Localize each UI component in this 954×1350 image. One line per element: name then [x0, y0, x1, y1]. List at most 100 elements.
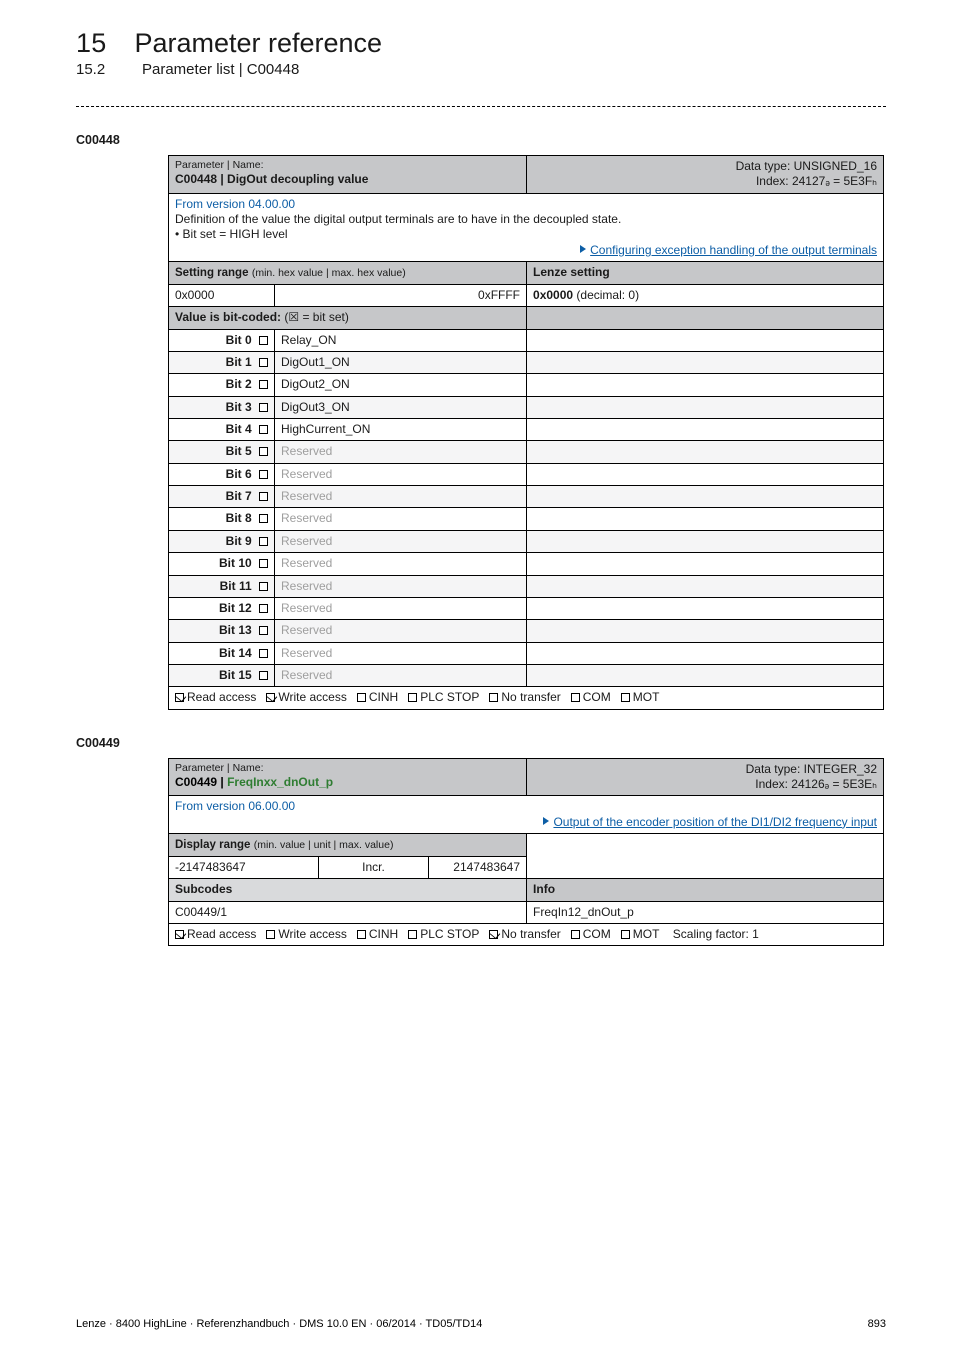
chk2-plc-icon — [408, 930, 417, 939]
config-link[interactable]: Configuring exception handling of the ou… — [175, 243, 877, 258]
checkbox-empty-icon — [259, 582, 268, 591]
bitcoded-hint: (☒ = bit set) — [284, 310, 348, 324]
bullet-bitset: • Bit set = HIGH level — [175, 227, 877, 242]
table1-header: Parameter | Name: C00448 | DigOut decoup… — [169, 156, 884, 194]
setting-range-cell: Setting range (min. hex value | max. hex… — [169, 262, 527, 285]
chapter-heading: 15 Parameter reference — [76, 28, 886, 59]
access-row-1: Read access Write access CINH PLC STOP N… — [169, 687, 884, 709]
bit-value-cell: Reserved — [275, 463, 527, 485]
dtype2-line2: Index: 24126ₔ = 5E3Eₕ — [533, 777, 877, 792]
checkbox-empty-icon — [259, 492, 268, 501]
param-label: Parameter | Name: — [175, 159, 520, 172]
section-heading: 15.2 Parameter list | C00448 — [76, 61, 886, 78]
checkbox-empty-icon — [259, 537, 268, 546]
chk2-cinh-icon — [357, 930, 366, 939]
bit-index-cell: Bit 9 — [169, 530, 275, 552]
subcodes-label: Subcodes — [169, 879, 527, 901]
checkbox-empty-icon — [259, 425, 268, 434]
bit-index-cell: Bit 13 — [169, 620, 275, 642]
footer-left: Lenze · 8400 HighLine · Referenzhandbuch… — [76, 1318, 482, 1330]
chk-plc-icon — [408, 693, 417, 702]
bit-right-blank — [527, 329, 884, 351]
bit-right-blank — [527, 508, 884, 530]
chk-read-icon — [175, 693, 184, 702]
dtype-line1: Data type: UNSIGNED_16 — [533, 159, 877, 174]
bit-index-cell: Bit 7 — [169, 486, 275, 508]
page-root: 15 Parameter reference 15.2 Parameter li… — [0, 0, 954, 1350]
bit-row: Bit 5 Reserved — [169, 441, 884, 463]
bit-value-cell: Relay_ON — [275, 329, 527, 351]
bit-value-cell: Reserved — [275, 530, 527, 552]
bit-right-blank — [527, 396, 884, 418]
subcodes-header-row: Subcodes Info — [169, 879, 884, 901]
output-link[interactable]: Output of the encoder position of the DI… — [175, 815, 877, 830]
subcode: C00449/1 — [169, 901, 527, 923]
display-range-paren: (min. value | unit | max. value) — [254, 839, 394, 851]
page-footer: Lenze · 8400 HighLine · Referenzhandbuch… — [76, 1318, 886, 1330]
parameter-table-1: Parameter | Name: C00448 | DigOut decoup… — [168, 155, 884, 710]
bitcoded-cell: Value is bit-coded: (☒ = bit set) — [169, 307, 527, 329]
range-max: 2147483647 — [429, 856, 527, 878]
hex-blank — [275, 284, 455, 306]
subcode-row: C00449/1 FreqIn12_dnOut_p — [169, 901, 884, 923]
chk2-notransfer-label: No transfer — [501, 927, 560, 941]
data-type-cell: Data type: UNSIGNED_16 Index: 24127ₔ = 5… — [527, 156, 884, 194]
chk2-read-label: Read access — [187, 927, 256, 941]
config-link-text: Configuring exception handling of the ou… — [590, 243, 877, 257]
param-name: C00448 | DigOut decoupling value — [175, 172, 520, 187]
data-type-cell-2: Data type: INTEGER_32 Index: 24126ₔ = 5E… — [527, 758, 884, 796]
bit-right-blank — [527, 441, 884, 463]
bit-value-cell: DigOut2_ON — [275, 374, 527, 396]
parameter-table-2: Parameter | Name: C00449 | FreqInxx_dnOu… — [168, 758, 884, 947]
chk2-read-icon — [175, 930, 184, 939]
table1-infocell: From version 04.00.00 Definition of the … — [169, 193, 884, 261]
table2-infocell: From version 06.00.00 Output of the enco… — [169, 796, 884, 834]
bit-row: Bit 12 Reserved — [169, 597, 884, 619]
lenze-setting-label: Lenze setting — [527, 262, 884, 285]
chk2-com-label: COM — [583, 927, 611, 941]
chk-write-label: Write access — [278, 690, 346, 704]
bit-right-blank — [527, 374, 884, 396]
scaling-factor: Scaling factor: 1 — [673, 927, 759, 941]
bitcoded-right-blank — [527, 307, 884, 329]
param-label-2: Parameter | Name: — [175, 762, 520, 775]
bit-right-blank — [527, 486, 884, 508]
bit-row: Bit 14 Reserved — [169, 642, 884, 664]
table1-infobox: From version 04.00.00 Definition of the … — [169, 193, 884, 261]
bit-value-cell: Reserved — [275, 441, 527, 463]
display-range-values: -2147483647 Incr. 2147483647 — [169, 856, 884, 878]
chk2-com-icon — [571, 930, 580, 939]
bit-row: Bit 3 DigOut3_ON — [169, 396, 884, 418]
display-range-label: Display range — [175, 839, 250, 851]
bit-value-cell: Reserved — [275, 508, 527, 530]
bitcoded-header-row: Value is bit-coded: (☒ = bit set) — [169, 307, 884, 329]
chk2-cinh-label: CINH — [369, 927, 398, 941]
bit-index-cell: Bit 11 — [169, 575, 275, 597]
checkbox-empty-icon — [259, 514, 268, 523]
bit-row: Bit 9 Reserved — [169, 530, 884, 552]
chk-read-label: Read access — [187, 690, 256, 704]
chk2-plc-label: PLC STOP — [420, 927, 479, 941]
chapter-number: 15 — [76, 28, 106, 59]
triangle-icon-2 — [543, 817, 549, 825]
display-range-cell: Display range (min. value | unit | max. … — [169, 834, 527, 857]
bit-right-blank — [527, 553, 884, 575]
bit-row: Bit 11 Reserved — [169, 575, 884, 597]
bit-index-cell: Bit 12 — [169, 597, 275, 619]
bit-row: Bit 15 Reserved — [169, 664, 884, 686]
hex-max: 0xFFFF — [455, 284, 527, 306]
subcode-val: FreqIn12_dnOut_p — [527, 901, 884, 923]
chk2-mot-icon — [621, 930, 630, 939]
section-number: 15.2 — [76, 61, 114, 78]
hex-row: 0x0000 0xFFFF 0x0000 (decimal: 0) — [169, 284, 884, 306]
lenze-value-rest: (decimal: 0) — [573, 288, 639, 302]
bit-index-cell: Bit 15 — [169, 664, 275, 686]
param-name-2-green: FreqInxx_dnOut_p — [227, 775, 333, 789]
display-range-right-blank — [527, 834, 884, 857]
bit-row: Bit 0 Relay_ON — [169, 329, 884, 351]
parameter-code-heading-1: C00448 — [76, 133, 886, 147]
from-version: From version 04.00.00 — [175, 197, 877, 212]
bitcoded-label: Value is bit-coded: — [175, 310, 281, 324]
checkbox-empty-icon — [259, 626, 268, 635]
checkbox-empty-icon — [259, 671, 268, 680]
